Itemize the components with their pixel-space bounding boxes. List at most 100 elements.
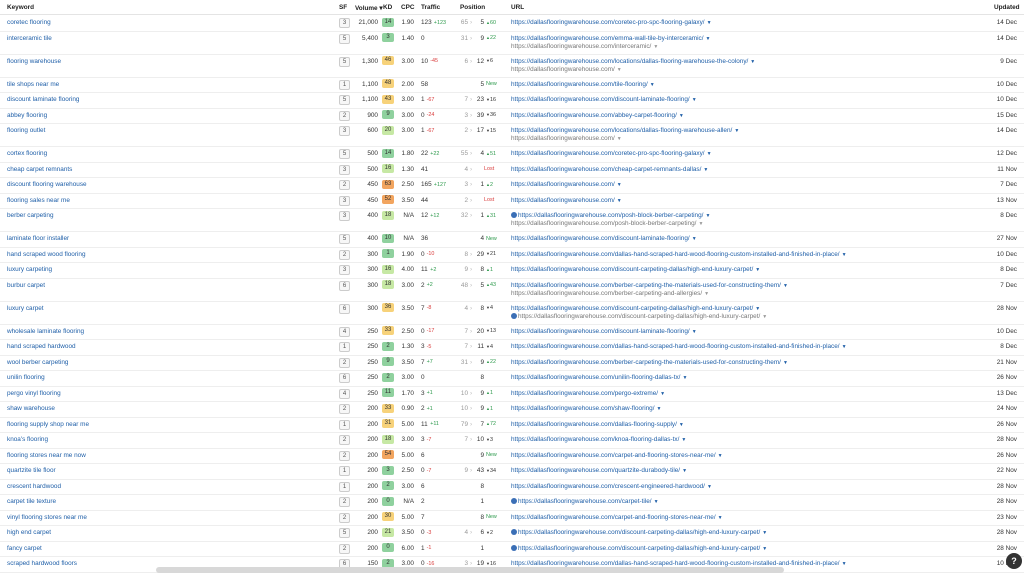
col-updated[interactable]: Updated bbox=[994, 4, 1020, 11]
serp-features-count[interactable]: 2 bbox=[339, 404, 350, 414]
url-link[interactable]: https://dallasflooringwarehouse.com/emma… bbox=[511, 35, 710, 42]
url-link[interactable]: https://dallasflooringwarehouse.com/tile… bbox=[511, 81, 655, 88]
keyword-link[interactable]: shaw warehouse bbox=[7, 405, 55, 412]
serp-features-count[interactable]: 2 bbox=[339, 110, 350, 121]
keyword-link[interactable]: knoa's flooring bbox=[7, 436, 48, 443]
serp-features-count[interactable]: 6 bbox=[339, 280, 350, 291]
serp-features-count[interactable]: 1 bbox=[339, 79, 350, 90]
url-text[interactable]: https://dallasflooringwarehouse.com/core… bbox=[511, 150, 705, 157]
url-text[interactable]: https://dallasflooringwarehouse.com/loca… bbox=[511, 58, 748, 65]
url-link[interactable]: https://dallasflooringwarehouse.com/perg… bbox=[511, 390, 665, 397]
url-text[interactable]: https://dallasflooringwarehouse.com/tile… bbox=[511, 81, 648, 88]
col-volume[interactable]: Volume ▾ bbox=[355, 4, 383, 12]
url-text[interactable]: https://dallasflooringwarehouse.com/ bbox=[511, 197, 615, 204]
chevron-down-icon[interactable]: ▼ bbox=[783, 360, 788, 366]
keyword-link[interactable]: discount laminate flooring bbox=[7, 96, 79, 103]
url-link[interactable]: https://dallasflooringwarehouse.com/▼ bbox=[511, 181, 622, 188]
chevron-down-icon[interactable]: ▼ bbox=[762, 314, 767, 320]
keyword-link[interactable]: wholesale laminate flooring bbox=[7, 328, 84, 335]
serp-features-count[interactable]: 3 bbox=[339, 18, 350, 28]
url-text[interactable]: https://dallasflooringwarehouse.com/carp… bbox=[511, 514, 716, 521]
chevron-down-icon[interactable]: ▼ bbox=[617, 136, 622, 142]
keyword-link[interactable]: discount flooring warehouse bbox=[7, 181, 87, 188]
serp-features-count[interactable]: 5 bbox=[339, 528, 350, 538]
chevron-down-icon[interactable]: ▼ bbox=[842, 344, 847, 350]
chevron-down-icon[interactable]: ▼ bbox=[692, 97, 697, 103]
url-link[interactable]: https://dallasflooringwarehouse.com/chea… bbox=[511, 166, 708, 173]
url-text[interactable]: https://dallasflooringwarehouse.com/disc… bbox=[511, 235, 690, 242]
chevron-down-icon[interactable]: ▼ bbox=[698, 221, 703, 227]
keyword-link[interactable]: carpet tile texture bbox=[7, 498, 56, 505]
chevron-down-icon[interactable]: ▼ bbox=[654, 499, 659, 505]
keyword-link[interactable]: tile shops near me bbox=[7, 81, 59, 88]
serp-features-count[interactable]: 2 bbox=[339, 249, 350, 260]
keyword-link[interactable]: pergo vinyl flooring bbox=[7, 390, 61, 397]
chevron-down-icon[interactable]: ▼ bbox=[617, 182, 622, 188]
serp-features-count[interactable]: 5 bbox=[339, 95, 350, 105]
url-link[interactable]: https://dallasflooringwarehouse.com/carp… bbox=[511, 452, 723, 459]
keyword-link[interactable]: luxury carpet bbox=[7, 305, 44, 312]
url-text[interactable]: https://dallasflooringwarehouse.com/chea… bbox=[511, 166, 701, 173]
keyword-link[interactable]: unilin flooring bbox=[7, 374, 45, 381]
keyword-link[interactable]: cheap carpet remnants bbox=[7, 166, 72, 173]
chevron-down-icon[interactable]: ▼ bbox=[755, 267, 760, 273]
keyword-link[interactable]: crescent hardwood bbox=[7, 483, 61, 490]
keyword-link[interactable]: high end carpet bbox=[7, 529, 51, 536]
col-sf[interactable]: SF bbox=[339, 4, 347, 11]
url-link[interactable]: https://dallasflooringwarehouse.com/disc… bbox=[511, 235, 697, 242]
serp-features-count[interactable]: 2 bbox=[339, 543, 350, 554]
chevron-down-icon[interactable]: ▼ bbox=[842, 252, 847, 258]
chevron-down-icon[interactable]: ▼ bbox=[707, 151, 712, 157]
url-link[interactable]: https://dallasflooringwarehouse.com/dall… bbox=[511, 560, 847, 567]
serp-features-count[interactable]: 5 bbox=[339, 149, 350, 159]
url-text[interactable]: https://dallasflooringwarehouse.com/disc… bbox=[518, 545, 760, 552]
keyword-link[interactable]: fancy carpet bbox=[7, 545, 42, 552]
url-link[interactable]: https://dallasflooringwarehouse.com/disc… bbox=[511, 305, 760, 312]
url-link[interactable]: https://dallasflooringwarehouse.com/disc… bbox=[511, 529, 767, 536]
keyword-link[interactable]: flooring warehouse bbox=[7, 58, 61, 65]
chevron-down-icon[interactable]: ▼ bbox=[650, 82, 655, 88]
keyword-link[interactable]: laminate floor installer bbox=[7, 235, 69, 242]
url-link[interactable]: https://dallasflooringwarehouse.com/core… bbox=[511, 19, 712, 26]
chevron-down-icon[interactable]: ▼ bbox=[705, 213, 710, 219]
keyword-link[interactable]: flooring supply shop near me bbox=[7, 421, 89, 428]
keyword-link[interactable]: cortex flooring bbox=[7, 150, 47, 157]
chevron-down-icon[interactable]: ▼ bbox=[660, 391, 665, 397]
serp-features-count[interactable]: 1 bbox=[339, 342, 350, 352]
keyword-link[interactable]: hand scraped hardwood bbox=[7, 343, 76, 350]
url-link[interactable]: https://dallasflooringwarehouse.com/loca… bbox=[511, 127, 739, 134]
url-text[interactable]: https://dallasflooringwarehouse.com/disc… bbox=[518, 529, 760, 536]
col-traffic[interactable]: Traffic bbox=[421, 4, 440, 11]
serp-features-count[interactable]: 6 bbox=[339, 373, 350, 383]
url-link[interactable]: https://dallasflooringwarehouse.com/disc… bbox=[511, 96, 697, 103]
url-link[interactable]: https://dallasflooringwarehouse.com/disc… bbox=[511, 544, 767, 552]
url-link[interactable]: https://dallasflooringwarehouse.com/dall… bbox=[511, 343, 847, 350]
chevron-down-icon[interactable]: ▼ bbox=[617, 198, 622, 204]
serp-features-count[interactable]: 2 bbox=[339, 435, 350, 445]
chevron-down-icon[interactable]: ▼ bbox=[783, 283, 788, 289]
chevron-down-icon[interactable]: ▼ bbox=[706, 36, 711, 42]
chevron-down-icon[interactable]: ▼ bbox=[703, 167, 708, 173]
serp-features-count[interactable]: 3 bbox=[339, 164, 350, 175]
chevron-down-icon[interactable]: ▼ bbox=[679, 422, 684, 428]
url-text[interactable]: https://dallasflooringwarehouse.com/dall… bbox=[511, 251, 840, 258]
url-link[interactable]: https://dallasflooringwarehouse.com/posh… bbox=[511, 212, 710, 219]
url-link[interactable]: https://dallasflooringwarehouse.com/knoa… bbox=[511, 436, 686, 443]
url-text[interactable]: https://dallasflooringwarehouse.com/knoa… bbox=[511, 436, 679, 443]
chevron-down-icon[interactable]: ▼ bbox=[682, 468, 687, 474]
chevron-down-icon[interactable]: ▼ bbox=[657, 406, 662, 412]
chevron-down-icon[interactable]: ▼ bbox=[842, 561, 847, 567]
url-text[interactable]: https://dallasflooringwarehouse.com/dall… bbox=[511, 560, 840, 567]
url-link[interactable]: https://dallasflooringwarehouse.com/disc… bbox=[511, 266, 760, 273]
keyword-link[interactable]: hand scraped wood flooring bbox=[7, 251, 86, 258]
url-link[interactable]: https://dallasflooringwarehouse.com/quar… bbox=[511, 467, 687, 474]
url-text[interactable]: https://dallasflooringwarehouse.com/abbe… bbox=[511, 112, 677, 119]
col-url[interactable]: URL bbox=[511, 4, 524, 11]
help-button[interactable]: ? bbox=[1006, 553, 1022, 569]
keyword-link[interactable]: flooring stores near me now bbox=[7, 452, 86, 459]
url-text[interactable]: https://dallasflooringwarehouse.com/disc… bbox=[511, 266, 753, 273]
keyword-link[interactable]: berber carpeting bbox=[7, 212, 54, 219]
serp-features-count[interactable]: 3 bbox=[339, 211, 350, 221]
keyword-link[interactable]: scraped hardwood floors bbox=[7, 560, 77, 567]
url-text[interactable]: https://dallasflooringwarehouse.com/quar… bbox=[511, 467, 680, 474]
